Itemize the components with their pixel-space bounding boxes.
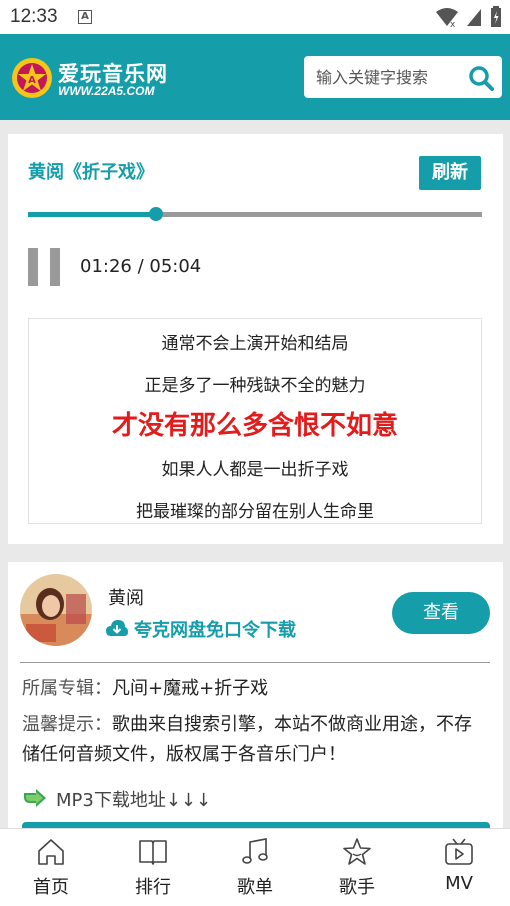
status-indicators: x — [436, 6, 502, 28]
cloud-download-icon — [106, 620, 128, 636]
time-separator: / — [131, 256, 150, 277]
nav-label: 歌单 — [237, 877, 273, 898]
nav-playlist[interactable]: 歌单 — [204, 829, 306, 906]
refresh-button[interactable]: 刷新 — [419, 156, 481, 190]
nav-label: 排行 — [135, 877, 171, 898]
progress-knob[interactable] — [149, 207, 164, 221]
artist-photo — [20, 574, 92, 646]
song-title: 黄阅《折子戏》 — [28, 162, 154, 183]
divider — [20, 662, 490, 663]
pause-icon — [28, 248, 38, 286]
tip-notice: 温馨提示：歌曲来自搜索引擎，本站不做商业用途，不存储任何音频文件，版权属于各音乐… — [22, 710, 488, 770]
lyric-line: 把最璀璨的部分留在别人生命里 — [136, 502, 374, 522]
lyric-line: 如果人人都是一出折子戏 — [161, 460, 349, 480]
player-card: 黄阅《折子戏》 刷新 01:26 / 05:04 通常不会上演开始和结局 正是多… — [8, 134, 503, 544]
current-time: 01:26 — [80, 256, 132, 277]
star-icon — [343, 838, 371, 865]
svg-text:x: x — [450, 20, 456, 27]
album-label: 所属专辑： — [22, 678, 112, 699]
svg-text:A: A — [28, 75, 36, 86]
logo-emblem-icon: A — [12, 58, 52, 98]
nav-label: MV — [445, 873, 473, 894]
tv-icon — [445, 838, 473, 865]
pause-button[interactable] — [28, 248, 62, 286]
home-icon — [38, 839, 64, 865]
lyric-line: 通常不会上演开始和结局 — [161, 334, 349, 354]
battery-icon — [491, 6, 501, 27]
site-header: A 爱玩音乐网 WWW.22A5.COM — [0, 34, 510, 120]
progress-fill — [28, 212, 157, 217]
mp3-download-heading: MP3下载地址↓↓↓ — [22, 786, 211, 812]
lyrics-panel: 通常不会上演开始和结局 正是多了一种残缺不全的魅力 才没有那么多含恨不如意 如果… — [28, 318, 482, 524]
cloud-download-label: 夸克网盘免口令下载 — [134, 620, 296, 641]
song-info-card: 黄阅 夸克网盘免口令下载 查看 所属专辑：凡间+魔戒+折子戏 温馨提示：歌曲来自… — [8, 562, 503, 830]
nav-ranking[interactable]: 排行 — [102, 829, 204, 906]
album-value[interactable]: 凡间+魔戒+折子戏 — [112, 678, 268, 699]
search-input[interactable] — [304, 56, 464, 98]
search-bar — [304, 56, 502, 98]
time-display: 01:26 / 05:04 — [80, 256, 201, 277]
book-icon — [139, 840, 167, 865]
music-note-icon — [242, 838, 268, 864]
status-bar: 12:33 A x — [0, 0, 510, 34]
cellular-signal-icon — [467, 9, 481, 26]
logo-url: WWW.22A5.COM — [58, 84, 155, 98]
wifi-icon: x — [436, 8, 458, 27]
pause-icon-bar — [50, 248, 60, 286]
site-logo[interactable]: A 爱玩音乐网 WWW.22A5.COM — [10, 54, 200, 102]
bottom-nav: 首页 排行 歌单 歌手 MV — [0, 828, 510, 906]
view-button[interactable]: 查看 — [392, 592, 490, 634]
lyric-line: 正是多了一种残缺不全的魅力 — [144, 376, 366, 396]
status-time: 12:33 — [10, 6, 58, 27]
total-time: 05:04 — [149, 256, 202, 277]
nav-artists[interactable]: 歌手 — [306, 829, 408, 906]
artist-name: 黄阅 — [108, 588, 144, 609]
nav-label: 首页 — [33, 877, 69, 898]
tip-label: 温馨提示： — [22, 714, 112, 735]
search-icon[interactable] — [468, 65, 494, 91]
cloud-download-link[interactable]: 夸克网盘免口令下载 — [106, 616, 296, 642]
notification-icon: A — [78, 10, 92, 24]
arrow-download-icon — [24, 789, 46, 807]
lyric-line-active: 才没有那么多含恨不如意 — [111, 411, 398, 441]
album-info: 所属专辑：凡间+魔戒+折子戏 — [22, 674, 268, 700]
nav-label: 歌手 — [339, 877, 375, 898]
nav-mv[interactable]: MV — [408, 829, 510, 906]
nav-home[interactable]: 首页 — [0, 829, 102, 906]
artist-avatar — [20, 574, 92, 646]
mp3-label: MP3下载地址↓↓↓ — [56, 790, 212, 811]
progress-bar[interactable] — [28, 207, 482, 221]
